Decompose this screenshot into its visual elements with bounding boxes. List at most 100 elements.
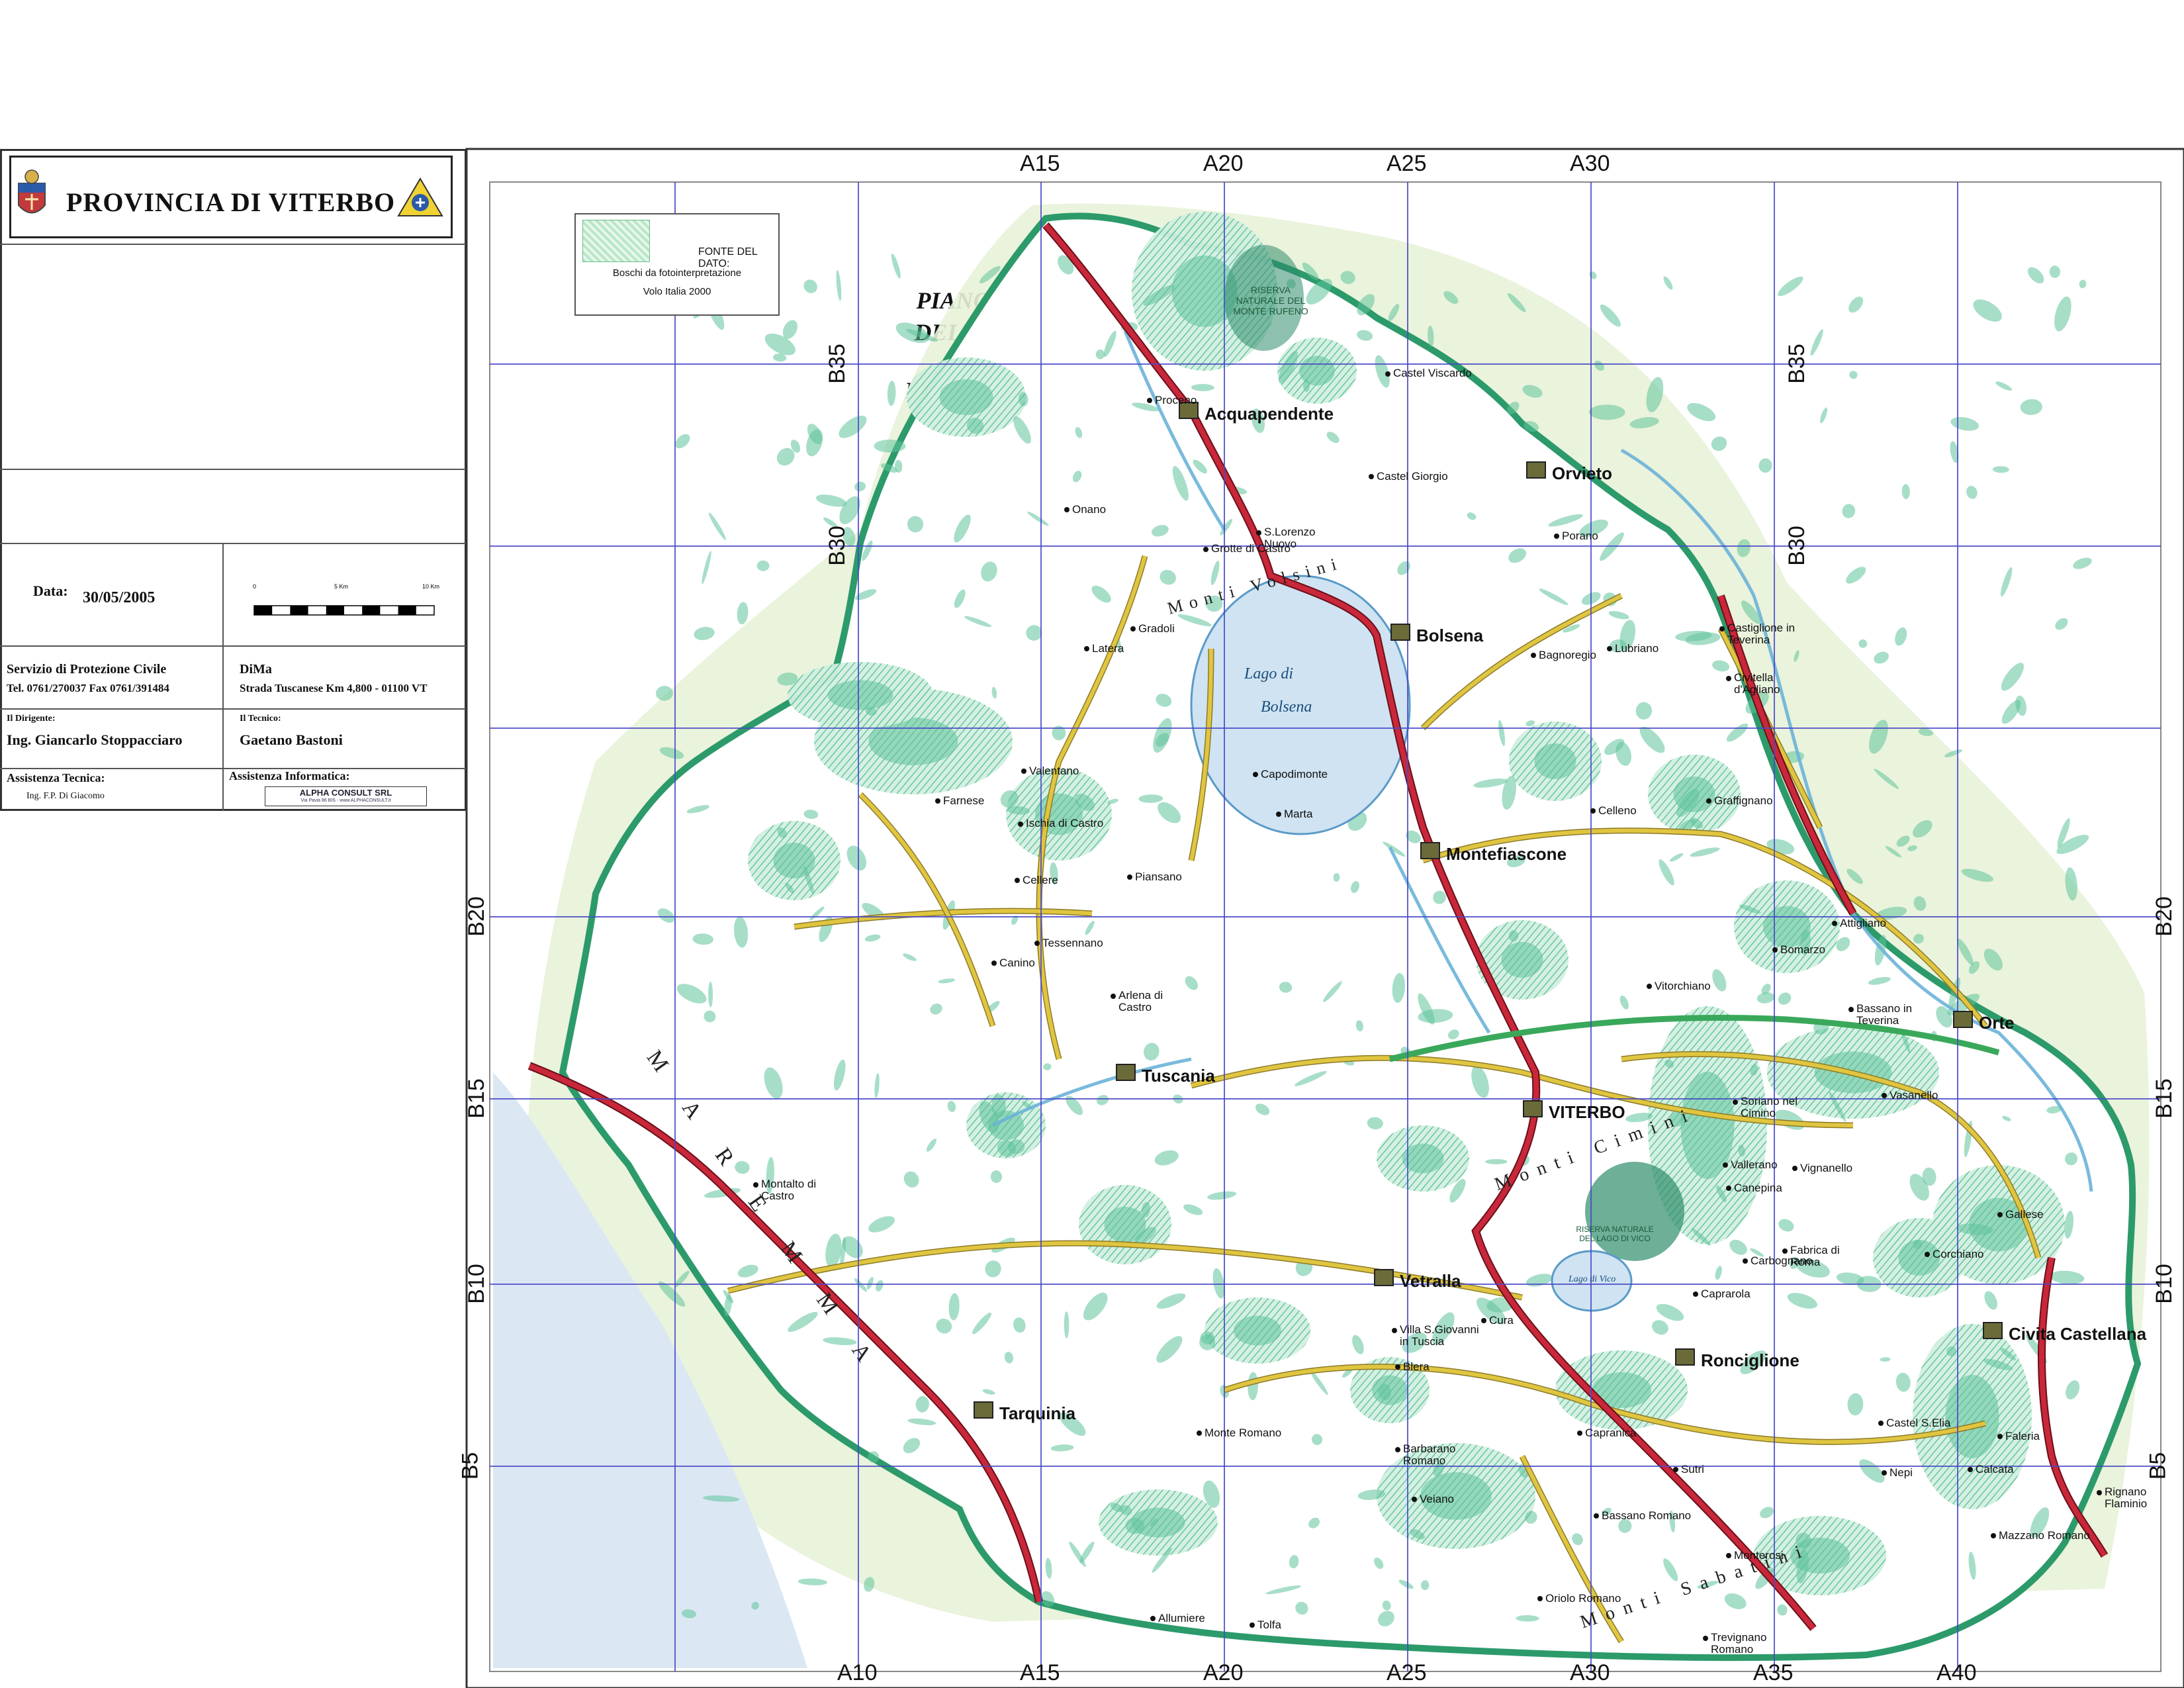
grid-label-left-B5: B5	[457, 1452, 483, 1480]
town-marker	[2097, 1490, 2102, 1495]
place-mazzano-romano: Mazzano Romano	[1999, 1529, 2090, 1542]
town-marker	[1481, 1318, 1486, 1323]
place-capranica: Capranica	[1585, 1427, 1637, 1439]
place-soriano-nel-cimino: Soriano nel Cimino	[1741, 1095, 1798, 1119]
town-marker	[1374, 1269, 1394, 1286]
place-proceno: Proceno	[1155, 394, 1197, 406]
town-marker	[1537, 1596, 1543, 1601]
town-marker	[1675, 1348, 1695, 1366]
place-vignanello: Vignanello	[1800, 1162, 1853, 1174]
place-tuscania: Tuscania	[1142, 1066, 1215, 1086]
town-marker	[1594, 1513, 1599, 1519]
town-marker	[1018, 821, 1023, 827]
place-cura: Cura	[1489, 1314, 1514, 1327]
place-ronciglione: Ronciglione	[1701, 1350, 1799, 1370]
grid-label-left-B30: B30	[824, 526, 850, 566]
grid-label-left-B10: B10	[463, 1264, 489, 1304]
grid-label-bottom-A25: A25	[1387, 1660, 1427, 1685]
town-marker	[1726, 1186, 1731, 1191]
town-marker	[1733, 1100, 1738, 1105]
town-marker	[1743, 1258, 1748, 1264]
place-monte-romano: Monte Romano	[1205, 1427, 1282, 1439]
place-onano: Onano	[1072, 503, 1107, 516]
town-marker	[1719, 626, 1725, 632]
town-marker	[1150, 1616, 1156, 1621]
town-marker	[1782, 1248, 1788, 1254]
town-marker	[1882, 1093, 1887, 1098]
town-marker	[1395, 1364, 1400, 1370]
grid-label-right-B5: B5	[2145, 1452, 2171, 1480]
town-marker	[1276, 812, 1281, 817]
place-trevignano-romano: Trevignano Romano	[1711, 1631, 1767, 1656]
town-marker	[1064, 507, 1069, 512]
place-allumiere: Allumiere	[1158, 1612, 1205, 1624]
place-cellere: Cellere	[1023, 874, 1058, 886]
place-ischia-di-castro: Ischia di Castro	[1026, 817, 1104, 829]
place-castiglione-in-teverina: Castiglione in Teverina	[1727, 622, 1796, 646]
legend: FONTE DEL DATO: Boschi da fotointerpreta…	[574, 213, 780, 316]
lake-vico-label: Lago di Vico	[1569, 1274, 1616, 1284]
place-gradoli: Gradoli	[1138, 622, 1175, 635]
place-attigliano: Attigliano	[1840, 917, 1886, 929]
grid-label-bottom-A40: A40	[1936, 1660, 1977, 1685]
place-castel-viscardo: Castel Viscardo	[1393, 367, 1472, 379]
place-porano: Porano	[1562, 530, 1598, 542]
town-marker	[1253, 772, 1258, 777]
lake-bolsena-label-2: Bolsena	[1261, 698, 1312, 716]
place-vitorchiano: Vitorchiano	[1655, 980, 1711, 992]
grid-label-right-B15: B15	[2151, 1078, 2177, 1119]
town-marker	[1420, 842, 1440, 859]
town-marker	[1848, 1007, 1854, 1012]
place-sutri: Sutri	[1681, 1463, 1704, 1476]
town-marker	[1111, 994, 1116, 999]
town-marker	[1997, 1212, 2003, 1217]
town-marker	[1673, 1467, 1678, 1472]
place-viterbo: VITERBO	[1549, 1102, 1625, 1122]
grid-label-top-A20: A20	[1203, 151, 1244, 176]
legend-description: Boschi da fotointerpretazione	[612, 267, 742, 279]
town-marker	[1395, 1447, 1400, 1452]
town-marker	[1116, 1064, 1136, 1081]
place-castel-s-elia: Castel S.Elia	[1886, 1417, 1951, 1429]
town-marker	[1925, 1252, 1930, 1257]
place-blera: Blera	[1403, 1360, 1430, 1373]
town-marker	[974, 1401, 993, 1419]
grid-label-left-B15: B15	[463, 1078, 489, 1119]
place-graffignano: Graffignano	[1714, 794, 1773, 807]
place-bomarzo: Bomarzo	[1780, 943, 1826, 956]
place-bassano-in-teverina: Bassano in Teverina	[1856, 1002, 1913, 1027]
town-marker	[1607, 646, 1612, 651]
town-marker	[1590, 808, 1596, 814]
town-marker	[1792, 1166, 1797, 1171]
town-marker	[1203, 547, 1208, 552]
place-gallese: Gallese	[2005, 1208, 2044, 1221]
place-faleria: Faleria	[2005, 1430, 2040, 1442]
place-calcata: Calcata	[1976, 1463, 2014, 1476]
place-montalto-di-castro: Montalto di Castro	[761, 1178, 817, 1202]
town-marker	[1723, 1162, 1728, 1168]
place-bolsena: Bolsena	[1416, 626, 1484, 645]
town-marker	[1983, 1322, 2003, 1339]
place-canino: Canino	[999, 957, 1035, 969]
place-caprarola: Caprarola	[1701, 1288, 1751, 1300]
town-marker	[1997, 1434, 2003, 1439]
place-lubriano: Lubriano	[1615, 642, 1659, 655]
town-marker	[1647, 984, 1652, 989]
grid-label-right-B20: B20	[2151, 896, 2177, 937]
town-marker	[1256, 530, 1261, 536]
place-arlena-di-castro: Arlena di Castro	[1118, 989, 1163, 1013]
place-acquapendente: Acquapendente	[1205, 404, 1334, 424]
place-canepina: Canepina	[1734, 1182, 1782, 1194]
legend-title: FONTE DEL DATO:	[698, 246, 758, 269]
town-marker	[1526, 461, 1546, 479]
place-civita-castellana: Civita Castellana	[2009, 1324, 2147, 1344]
town-marker	[1832, 921, 1837, 926]
town-marker	[935, 798, 940, 804]
town-marker	[1084, 646, 1089, 651]
lake-bolsena-label-1: Lago di	[1244, 665, 1294, 682]
town-marker	[1021, 769, 1026, 774]
province-map	[465, 148, 2184, 1688]
town-marker	[1250, 1622, 1255, 1628]
place-celleno: Celleno	[1598, 804, 1637, 817]
place-vetralla: Vetralla	[1400, 1271, 1461, 1291]
